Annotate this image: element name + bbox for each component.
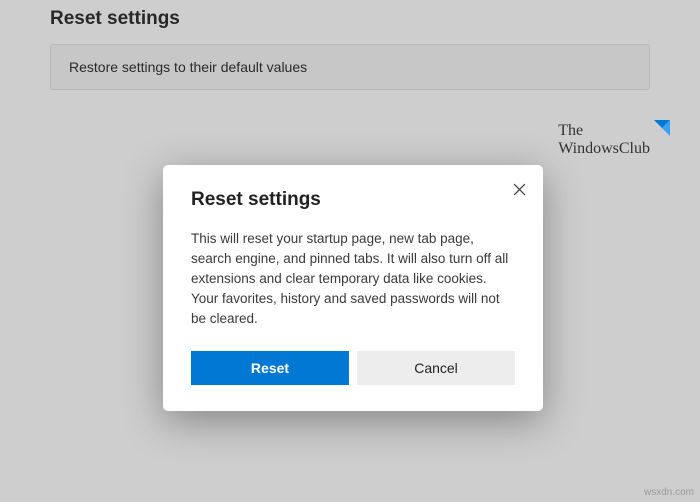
reset-button[interactable]: Reset — [191, 351, 349, 385]
close-icon — [513, 183, 526, 196]
watermark-line2: WindowsClub — [558, 140, 650, 158]
close-button[interactable] — [509, 179, 529, 199]
dialog-body: This will reset your startup page, new t… — [191, 229, 515, 329]
cancel-button[interactable]: Cancel — [357, 351, 515, 385]
dialog-button-row: Reset Cancel — [191, 351, 515, 385]
reset-settings-dialog: Reset settings This will reset your star… — [163, 165, 543, 411]
source-tag: wsxdn.com — [644, 487, 694, 498]
page-title: Reset settings — [50, 8, 650, 30]
watermark-line1: The — [558, 122, 650, 140]
watermark: The WindowsClub — [558, 122, 668, 157]
restore-defaults-row[interactable]: Restore settings to their default values — [50, 44, 650, 90]
restore-defaults-label: Restore settings to their default values — [69, 59, 307, 75]
dialog-title: Reset settings — [191, 189, 515, 211]
windowsclub-flag-icon — [654, 120, 670, 136]
